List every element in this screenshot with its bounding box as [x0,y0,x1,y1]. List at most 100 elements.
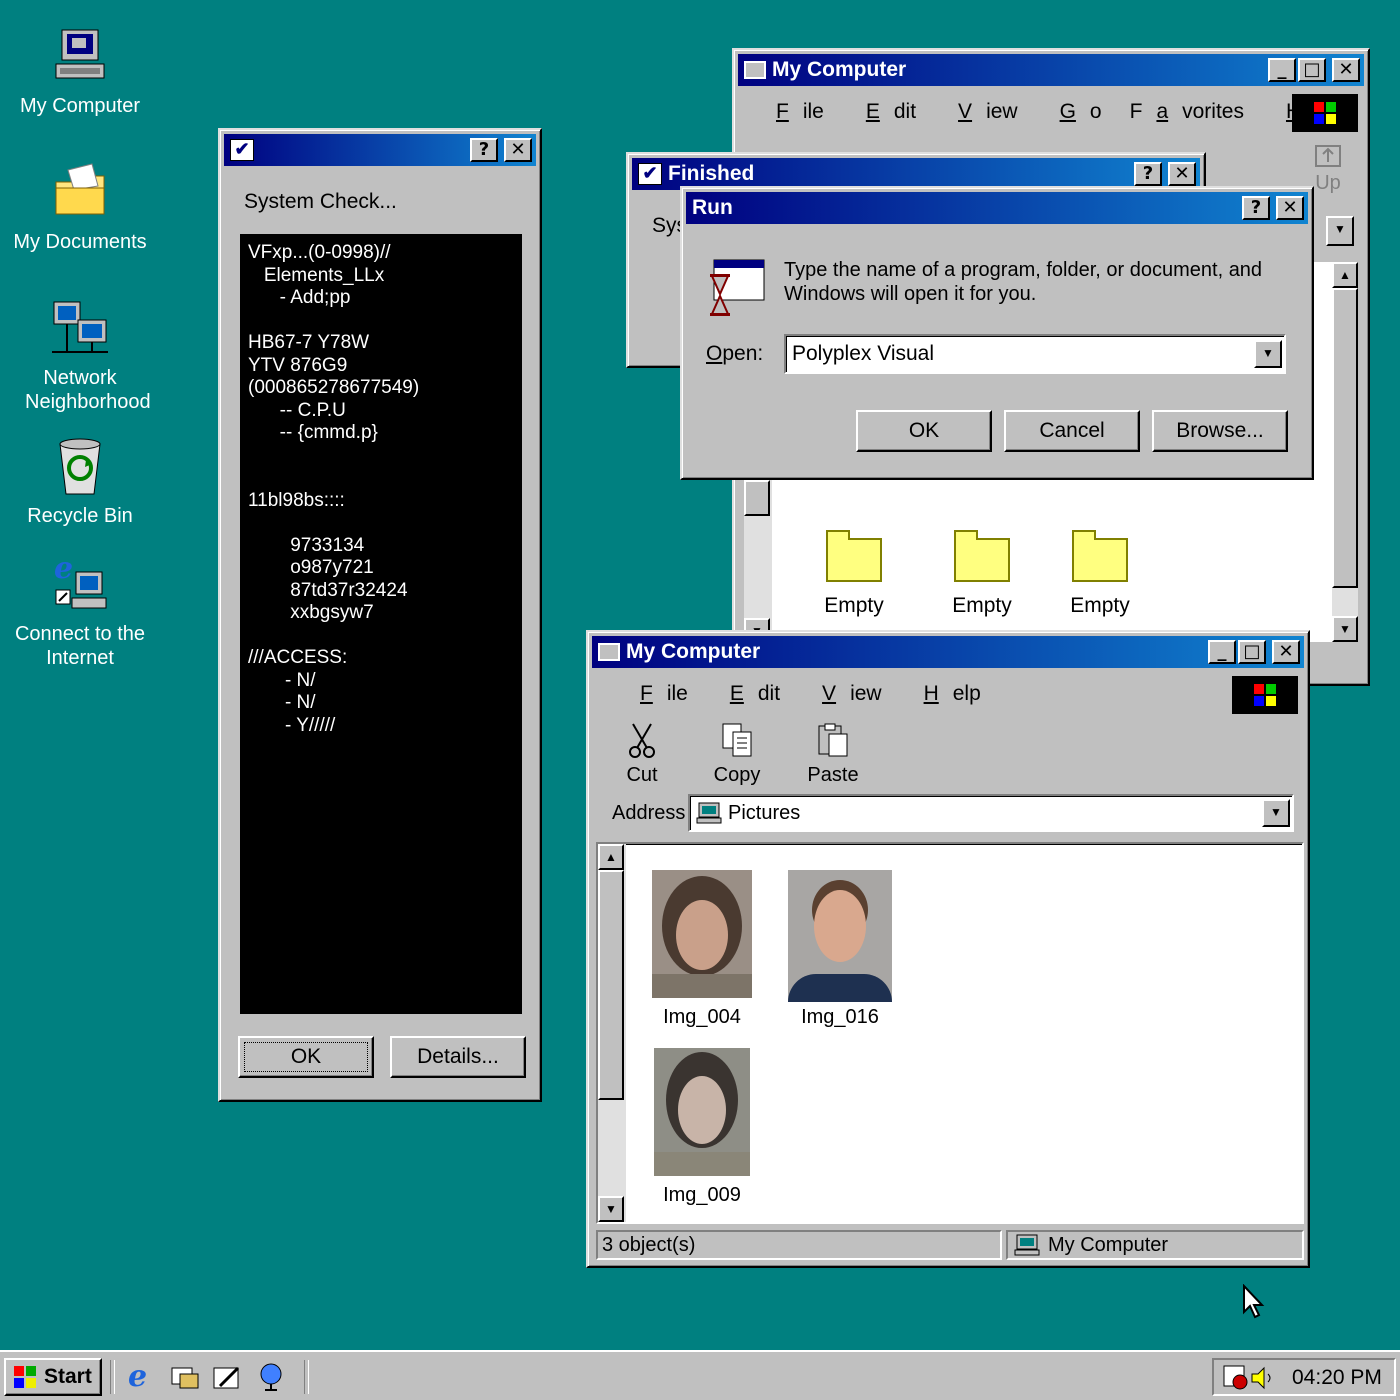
scroll-up-button[interactable]: ▲ [598,844,624,870]
help-button[interactable]: ? [1242,196,1270,220]
left-pane-scrollbar: ▼ [744,480,772,644]
run-prompt-line: Type the name of a program, folder, or d… [784,259,1263,281]
taskbar: Start e 04:20 PM [0,1350,1400,1400]
run-dialog: Run ? ✕ Type the name of a program, fold… [680,186,1314,480]
dropdown-button[interactable]: ▼ [1254,340,1282,368]
recycle-bin-icon [48,434,112,498]
up-folder-icon [1315,145,1341,167]
scroll-thumb[interactable] [598,870,624,1100]
console-line: 87td37r32424 [248,579,408,601]
image-thumbnail[interactable] [652,870,752,998]
scheduler-icon [1223,1365,1248,1390]
status-bar-right: My Computer [1006,1230,1304,1260]
menu-view[interactable]: View [794,682,896,706]
console-line: - Y///// [248,714,336,736]
help-button[interactable]: ? [470,138,498,162]
scroll-thumb[interactable] [1332,288,1358,588]
dropdown-button[interactable]: ▼ [1262,799,1290,827]
menu-file[interactable]: File [748,100,838,124]
windows-flag-icon [14,1366,36,1388]
my-computer-back-titlebar[interactable]: My Computer _ □ ✕ [738,54,1364,86]
scroll-down-button[interactable]: ▼ [1332,616,1358,642]
copy-label: Copy [713,764,761,786]
my-computer-front-titlebar[interactable]: My Computer _ □ ✕ [592,636,1304,668]
quick-launch-desktop-icon[interactable] [212,1364,242,1398]
run-titlebar[interactable]: Run ? ✕ [686,192,1308,224]
menu-edit[interactable]: Edit [838,100,930,124]
image-thumbnail[interactable] [788,870,892,1002]
minimize-button[interactable]: _ [1208,640,1236,664]
folder-icon[interactable] [1072,530,1128,582]
console-line: ///ACCESS: [248,647,348,668]
address-combobox[interactable]: Pictures ▼ [688,794,1294,832]
vertical-scrollbar[interactable]: ▲ ▼ [1332,262,1358,642]
console-line: 11bl98bs:::: [248,489,345,511]
console-line: Elements_LLx [248,264,385,286]
internet-connection-icon: e [48,551,112,616]
address-value[interactable]: Pictures [728,802,800,825]
scroll-down-button[interactable]: ▼ [598,1196,624,1222]
menu-edit[interactable]: Edit [702,682,794,706]
menu-favorites[interactable]: Fa vorites [1116,100,1258,124]
scroll-up-button[interactable]: ▲ [1332,262,1358,288]
folder-label: Empty [1070,594,1130,617]
vertical-scrollbar[interactable]: ▲ ▼ [598,844,626,1222]
desktop-icon-label: My Computer [19,95,141,117]
close-button[interactable]: ✕ [1272,640,1300,664]
help-button[interactable]: ? [1134,162,1162,186]
cut-button[interactable]: Cut [612,722,672,787]
desktop-icon-network-neighborhood[interactable]: Network Neighborhood [0,296,160,414]
ok-button[interactable]: OK [238,1036,374,1078]
details-button[interactable]: Details... [390,1036,526,1078]
paste-icon [818,723,848,757]
window-title: Run [692,196,733,219]
folder-icon[interactable] [826,530,882,582]
browse-button[interactable]: Browse... [1152,410,1288,452]
image-thumbnail[interactable] [654,1048,750,1176]
close-button[interactable]: ✕ [1332,58,1360,82]
maximize-button[interactable]: □ [1298,58,1326,82]
desktop-icon-connect-internet[interactable]: e Connect to the Internet [0,551,160,670]
desktop-icon-my-documents[interactable]: My Documents [0,160,160,254]
maximize-button[interactable]: □ [1238,640,1266,664]
menu-go[interactable]: Go [1032,100,1116,124]
menu-file[interactable]: File [612,682,702,706]
paste-button[interactable]: Paste [798,722,868,787]
file-label: Img_016 [801,1006,879,1028]
menu-bar: File Edit View Go Favorites Help [748,100,1357,124]
desktop-icon-recycle-bin[interactable]: Recycle Bin [0,434,160,528]
close-button[interactable]: ✕ [1168,162,1196,186]
portrait-face [678,1076,726,1144]
computer-small-icon [696,802,722,824]
run-prompt-line: Windows will open it for you. [784,283,1037,305]
start-label: Start [44,1365,92,1388]
clock[interactable]: 04:20 PM [1292,1366,1382,1390]
start-button[interactable]: Start [4,1358,102,1396]
quick-launch-ie-icon[interactable]: e [128,1362,147,1392]
close-button[interactable]: ✕ [1276,196,1304,220]
system-check-titlebar[interactable]: ✔ ? ✕ [224,134,536,166]
open-combobox[interactable]: Polyplex Visual ▼ [784,334,1286,374]
address-label: Address [612,802,686,824]
menu-help[interactable]: Help [896,682,995,706]
open-input[interactable]: Polyplex Visual [792,342,934,366]
folder-icon[interactable] [954,530,1010,582]
quick-launch-channels-icon[interactable] [256,1362,286,1398]
copy-button[interactable]: Copy [704,722,770,787]
console-line: - N/ [248,669,316,691]
ok-button[interactable]: OK [856,410,992,452]
close-button[interactable]: ✕ [504,138,532,162]
taskbar-divider [304,1360,309,1394]
scroll-thumb[interactable] [744,480,770,516]
menu-view[interactable]: View [930,100,1032,124]
quick-launch-outlook-icon[interactable] [170,1364,200,1398]
minimize-button[interactable]: _ [1268,58,1296,82]
system-check-heading: System Check... [244,190,397,213]
copy-icon [722,723,752,757]
address-dropdown-button[interactable]: ▼ [1326,216,1354,246]
desktop-icon-my-computer[interactable]: My Computer [0,24,160,118]
cancel-button[interactable]: Cancel [1004,410,1140,452]
